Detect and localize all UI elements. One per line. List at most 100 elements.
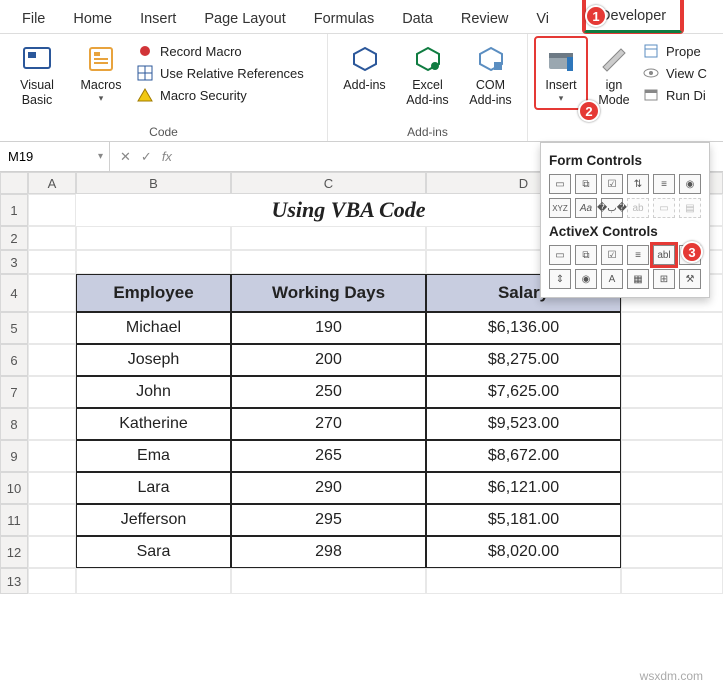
table-cell[interactable]: 250 [231,376,426,408]
cell[interactable] [76,226,231,250]
insert-control-button[interactable]: Insert ▾ [536,38,586,108]
form-scroll-icon[interactable]: �ب� [601,198,623,218]
ax-checkbox-icon[interactable]: ☑ [601,245,623,265]
cell[interactable] [28,226,76,250]
cell[interactable] [28,536,76,568]
cell[interactable] [28,376,76,408]
row-head[interactable]: 11 [0,504,28,536]
record-macro-button[interactable]: Record Macro [136,42,304,60]
form-option-icon[interactable]: ◉ [679,174,701,194]
cell[interactable] [231,568,426,594]
run-dialog-button[interactable]: Run Di [642,86,707,104]
col-head-b[interactable]: B [76,172,231,194]
ax-label-icon[interactable]: A [601,269,623,289]
name-box-input[interactable] [6,148,76,165]
row-head[interactable]: 7 [0,376,28,408]
view-code-button[interactable]: View C [642,64,707,82]
select-all-corner[interactable] [0,172,28,194]
table-cell[interactable]: $6,121.00 [426,472,621,504]
relative-refs-button[interactable]: Use Relative References [136,64,304,82]
ax-listbox-icon[interactable]: ≡ [627,245,649,265]
table-cell[interactable]: Michael [76,312,231,344]
cell[interactable] [76,250,231,274]
cell[interactable] [621,312,723,344]
macros-button[interactable]: Macros ▾ [72,38,130,108]
table-cell[interactable]: 290 [231,472,426,504]
ax-textbox-icon[interactable]: abl [653,245,675,265]
tab-view-cut[interactable]: Vi [522,3,563,33]
table-cell[interactable]: $8,020.00 [426,536,621,568]
form-spinner-icon[interactable]: ⇅ [627,174,649,194]
row-head[interactable]: 3 [0,250,28,274]
row-head[interactable]: 6 [0,344,28,376]
table-cell[interactable]: 298 [231,536,426,568]
ax-option-icon[interactable]: ◉ [575,269,597,289]
table-cell[interactable]: 295 [231,504,426,536]
enter-formula-icon[interactable]: ✓ [141,149,152,165]
ax-spin-icon[interactable]: ⇕ [549,269,571,289]
row-head[interactable]: 4 [0,274,28,312]
cell[interactable] [621,504,723,536]
cell[interactable] [28,504,76,536]
table-cell[interactable]: Jefferson [76,504,231,536]
com-addins-button[interactable]: COM Add-ins [462,38,519,112]
ax-image-icon[interactable]: ▦ [627,269,649,289]
row-head[interactable]: 8 [0,408,28,440]
tab-formulas[interactable]: Formulas [300,3,388,33]
fx-icon[interactable]: fx [162,149,172,165]
ax-button-icon[interactable]: ▭ [549,245,571,265]
form-label-icon[interactable]: Aa [575,198,597,218]
table-cell[interactable]: 265 [231,440,426,472]
table-cell[interactable]: $8,672.00 [426,440,621,472]
row-head[interactable]: 9 [0,440,28,472]
ax-more-icon[interactable]: ⚒ [679,269,701,289]
addins-button[interactable]: Add-ins [336,38,393,97]
ax-combo-icon[interactable]: ⧉ [575,245,597,265]
design-mode-button[interactable]: ign Mode [592,38,636,112]
cell[interactable] [621,344,723,376]
table-cell[interactable]: 190 [231,312,426,344]
tab-data[interactable]: Data [388,3,447,33]
properties-button[interactable]: Prope [642,42,707,60]
row-head[interactable]: 13 [0,568,28,594]
table-cell[interactable]: John [76,376,231,408]
ax-toggle-icon[interactable]: ⊞ [653,269,675,289]
chevron-down-icon[interactable]: ▾ [98,151,103,162]
tab-home[interactable]: Home [59,3,126,33]
table-cell[interactable]: 200 [231,344,426,376]
cell[interactable] [28,344,76,376]
row-head[interactable]: 12 [0,536,28,568]
cell[interactable] [28,194,76,226]
row-head[interactable]: 2 [0,226,28,250]
col-head-a[interactable]: A [28,172,76,194]
table-cell[interactable]: Ema [76,440,231,472]
cell[interactable] [28,274,76,312]
cell[interactable] [621,376,723,408]
row-head[interactable]: 10 [0,472,28,504]
table-cell[interactable]: Sara [76,536,231,568]
table-cell[interactable]: $8,275.00 [426,344,621,376]
tab-page-layout[interactable]: Page Layout [190,3,299,33]
row-head[interactable]: 1 [0,194,28,226]
cell[interactable] [231,226,426,250]
cell[interactable] [621,440,723,472]
form-combo-icon[interactable]: ⧉ [575,174,597,194]
table-cell[interactable]: $5,181.00 [426,504,621,536]
form-group-icon[interactable]: XYZ [549,198,571,218]
table-cell[interactable]: $9,523.00 [426,408,621,440]
form-checkbox-icon[interactable]: ☑ [601,174,623,194]
cell[interactable] [621,536,723,568]
tab-file[interactable]: File [8,3,59,33]
tab-review[interactable]: Review [447,3,523,33]
cell[interactable] [28,250,76,274]
form-listbox-icon[interactable]: ≡ [653,174,675,194]
cell[interactable] [28,440,76,472]
cell[interactable] [28,568,76,594]
cell[interactable] [621,568,723,594]
cell[interactable] [231,250,426,274]
row-head[interactable]: 5 [0,312,28,344]
cell[interactable] [621,472,723,504]
table-cell[interactable]: 270 [231,408,426,440]
table-cell[interactable]: Lara [76,472,231,504]
macro-security-button[interactable]: Macro Security [136,86,304,104]
